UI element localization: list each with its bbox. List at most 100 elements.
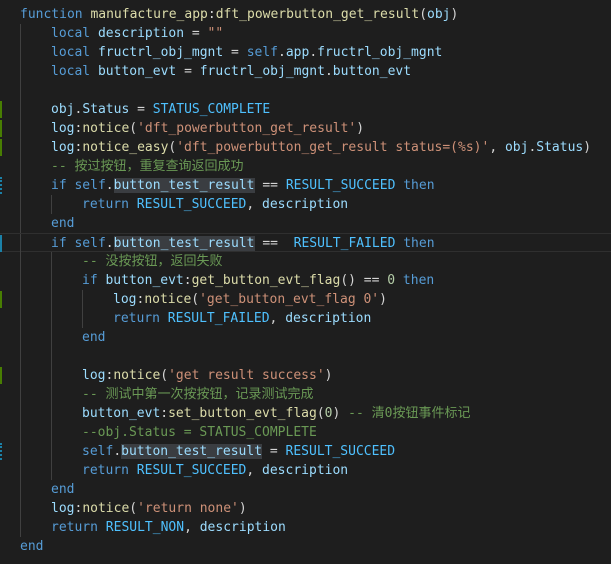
code-line[interactable]: return RESULT_FAILED, description [0, 309, 611, 328]
code-line[interactable]: log:notice('get_button_evt_flag 0') [0, 290, 611, 309]
code-text: if self.button_test_result == RESULT_SUC… [51, 176, 435, 195]
code-text: log:notice('dft_powerbutton_get_result') [51, 119, 364, 138]
code-line[interactable]: -- 按过按钮，重复查询返回成功 [0, 157, 611, 176]
indent-guide [51, 271, 52, 290]
code-line[interactable]: log:notice_easy('dft_powerbutton_get_res… [0, 138, 611, 157]
code-line[interactable]: if self.button_test_result == RESULT_FAI… [0, 233, 611, 253]
code-text: log:notice('get_button_evt_flag 0') [113, 290, 387, 309]
code-token: -- 测试中第一次按按钮，记录测试完成 [82, 387, 314, 402]
code-token: end [20, 539, 44, 554]
code-text: end [51, 480, 74, 499]
indent-guide [20, 480, 21, 499]
code-text: return RESULT_SUCCEED, description [82, 461, 348, 480]
code-text: log:notice('get result success') [82, 366, 332, 385]
code-token: 0 [387, 273, 396, 288]
indent-guide [51, 366, 52, 385]
code-token: log [51, 121, 75, 136]
code-line[interactable]: log:notice('return none') [0, 499, 611, 518]
code-line[interactable]: log:notice('get result success') [0, 366, 611, 385]
code-line[interactable]: return RESULT_SUCCEED, description [0, 195, 611, 214]
code-token: ) [238, 501, 247, 516]
code-token: -- 清0按钮事件标记 [348, 406, 471, 421]
highlighted-occurrence: button_test_result [121, 444, 263, 459]
gutter-change-marker[interactable] [0, 443, 4, 460]
code-line[interactable]: log:notice('dft_powerbutton_get_result') [0, 119, 611, 138]
code-token: button_evt [105, 273, 184, 288]
code-editor[interactable]: function manufacture_app:dft_powerbutton… [0, 0, 611, 564]
code-line[interactable]: obj.Status = STATUS_COMPLETE [0, 100, 611, 119]
code-token: , [184, 520, 200, 535]
code-line[interactable]: function manufacture_app:dft_powerbutton… [0, 5, 611, 24]
code-token: . [324, 64, 333, 79]
code-token: notice [113, 368, 161, 383]
gutter-change-marker[interactable] [0, 367, 2, 384]
code-line[interactable]: end [0, 537, 611, 556]
code-token: fructrl_obj_mgnt [317, 45, 443, 60]
code-text: end [51, 214, 74, 233]
code-token: set_button_evt_flag [168, 406, 317, 421]
code-token: . [105, 178, 114, 193]
indent-guide [51, 195, 52, 214]
indent-guide [51, 404, 52, 423]
indent-guide [20, 499, 21, 518]
indent-guide [51, 290, 52, 309]
code-line[interactable]: end [0, 214, 611, 233]
code-token: RESULT_NON [105, 520, 185, 535]
indent-guide [51, 252, 52, 271]
gutter-change-marker[interactable] [0, 177, 4, 194]
indent-guide [51, 461, 52, 480]
code-line[interactable] [0, 81, 611, 100]
code-line[interactable]: return RESULT_SUCCEED, description [0, 461, 611, 480]
code-line[interactable]: local fructrl_obj_mgnt = self.app.fructr… [0, 43, 611, 62]
code-text: log:notice_easy('dft_powerbutton_get_res… [51, 138, 591, 157]
code-token: description [285, 311, 372, 326]
gutter-change-marker[interactable] [0, 120, 2, 137]
code-line[interactable]: local description = "" [0, 24, 611, 43]
indent-guide [20, 195, 21, 214]
code-line[interactable]: -- 测试中第一次按按钮，记录测试完成 [0, 385, 611, 404]
code-token: return [82, 197, 137, 212]
code-line[interactable]: --obj.Status = STATUS_COMPLETE [0, 423, 611, 442]
code-line[interactable]: end [0, 480, 611, 499]
code-token: == [254, 178, 286, 193]
code-text: obj.Status = STATUS_COMPLETE [51, 100, 270, 119]
code-token: self [74, 178, 106, 193]
code-line[interactable]: button_evt:set_button_evt_flag(0) -- 清0按… [0, 404, 611, 423]
code-line[interactable] [0, 347, 611, 366]
code-token: ( [191, 292, 200, 307]
code-line[interactable]: local button_evt = fructrl_obj_mgnt.butt… [0, 62, 611, 81]
code-line[interactable]: -- 没按按钮，返回失败 [0, 252, 611, 271]
code-token: self [74, 236, 106, 251]
code-text: if self.button_test_result == RESULT_FAI… [51, 234, 435, 253]
indent-guide [20, 461, 21, 480]
gutter-change-marker[interactable] [0, 101, 2, 118]
code-token: local [51, 64, 98, 79]
code-token: ( [316, 406, 325, 421]
indent-guide [82, 309, 83, 328]
code-token: notice_easy [82, 140, 169, 155]
code-token: ) [379, 292, 387, 307]
indent-guide [20, 518, 21, 537]
code-token: = [129, 102, 153, 117]
indent-guide [20, 271, 21, 290]
gutter-change-marker[interactable] [0, 291, 2, 308]
code-token: RESULT_FAILED [293, 236, 396, 251]
code-token: , [246, 197, 263, 212]
code-token: . [278, 45, 286, 60]
code-line[interactable]: if self.button_test_result == RESULT_SUC… [0, 176, 611, 195]
indent-guide [82, 290, 83, 309]
code-token: : [160, 406, 169, 421]
code-token: RESULT_SUCCEED [136, 463, 247, 478]
code-text: if button_evt:get_button_evt_flag() == 0… [82, 271, 434, 290]
code-line[interactable]: if button_evt:get_button_evt_flag() == 0… [0, 271, 611, 290]
indent-guide [51, 328, 52, 347]
gutter-change-marker[interactable] [0, 139, 2, 156]
code-token: log [51, 501, 75, 516]
code-token: fructrl_obj_mgnt [199, 64, 325, 79]
code-line[interactable]: return RESULT_NON, description [0, 518, 611, 537]
code-line[interactable]: self.button_test_result = RESULT_SUCCEED [0, 442, 611, 461]
code-token: end [51, 216, 75, 231]
gutter-change-marker[interactable] [0, 235, 2, 252]
code-token: 'dft_powerbutton_get_result status=(%s)' [176, 140, 490, 155]
code-line[interactable]: end [0, 328, 611, 347]
